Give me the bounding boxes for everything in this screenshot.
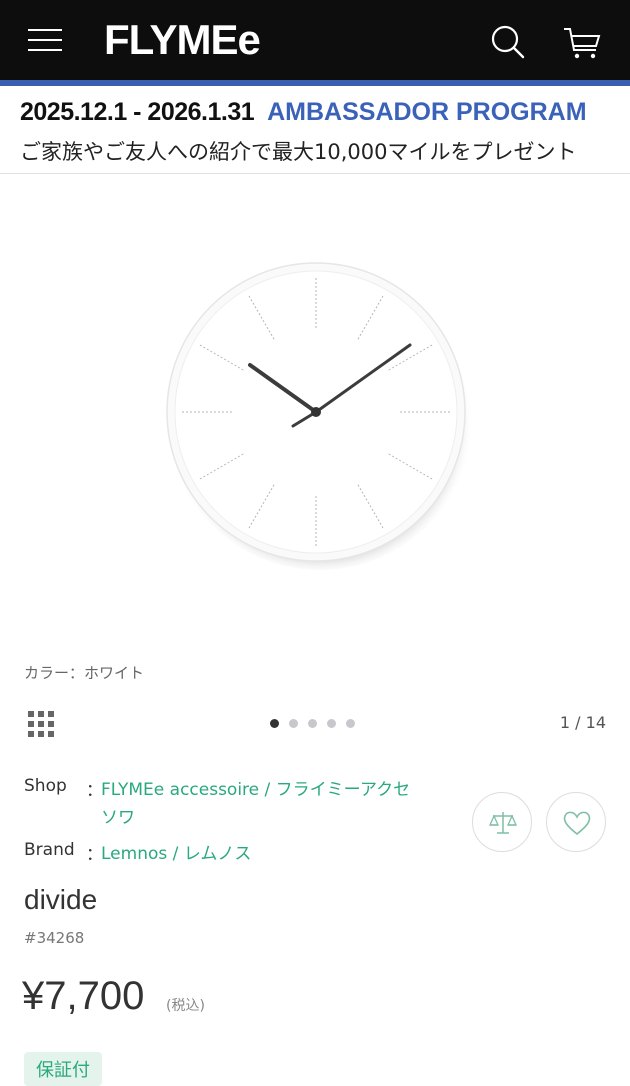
product-image-clock[interactable]	[160, 255, 475, 570]
pagination-dot[interactable]	[327, 719, 336, 728]
gallery-controls: 1 / 14	[0, 708, 630, 740]
gallery-pagination-dots[interactable]	[270, 719, 365, 729]
promo-dates: 2025.12.1 - 2026.1.31	[20, 98, 255, 126]
pagination-dot-active[interactable]	[270, 719, 279, 728]
scale-icon	[488, 812, 518, 834]
product-code: #34268	[24, 929, 85, 947]
cart-icon[interactable]	[562, 26, 602, 60]
grid-view-icon[interactable]	[28, 711, 56, 739]
search-icon[interactable]	[490, 24, 526, 60]
pagination-dot[interactable]	[308, 719, 317, 728]
warranty-badge: 保証付	[24, 1052, 102, 1086]
product-name: divide	[24, 884, 98, 915]
compare-button[interactable]	[472, 792, 532, 852]
site-logo[interactable]: FLYMEe	[104, 16, 261, 64]
favorite-button[interactable]	[546, 792, 606, 852]
tax-note: (税込)	[166, 998, 205, 1014]
shop-row: Shop ： FLYMEe accessoire / フライミーアクセソワ	[24, 776, 424, 836]
site-header: FLYMEe	[0, 0, 630, 80]
hamburger-menu-icon[interactable]	[28, 26, 62, 54]
gallery-counter: 1 / 14	[559, 713, 606, 732]
heart-icon	[563, 811, 591, 836]
brand-link[interactable]: Lemnos / レムノス	[101, 840, 421, 868]
brand-row: Brand ： Lemnos / レムノス	[24, 840, 424, 870]
color-label: カラー：ホワイト	[24, 664, 145, 682]
pagination-dot[interactable]	[346, 719, 355, 728]
shop-link[interactable]: FLYMEe accessoire / フライミーアクセソワ	[101, 776, 421, 832]
promo-banner[interactable]: 2025.12.1 - 2026.1.31 AMBASSADOR PROGRAM…	[0, 86, 630, 174]
shop-label: Shop	[24, 776, 67, 796]
promo-program-title: AMBASSADOR PROGRAM	[267, 98, 587, 126]
product-price: ¥7,700	[22, 974, 145, 1018]
promo-description: ご家族やご友人への紹介で最大10,000マイルをプレゼント	[20, 140, 577, 164]
brand-label: Brand	[24, 840, 75, 860]
pagination-dot[interactable]	[289, 719, 298, 728]
